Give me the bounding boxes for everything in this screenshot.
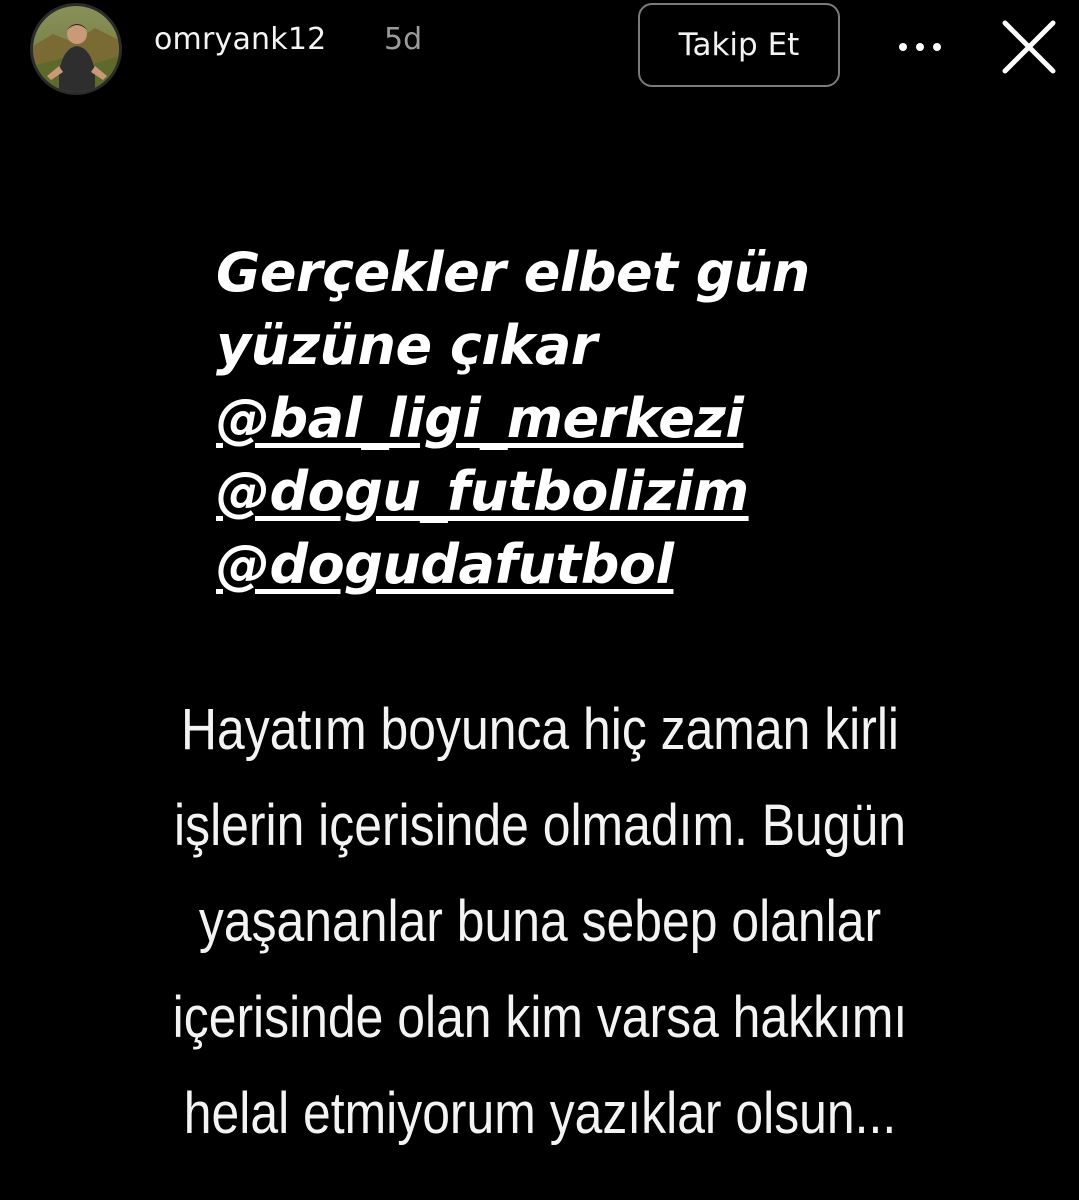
more-options-button[interactable] xyxy=(892,22,948,72)
mention-link[interactable]: @dogu_futbolizim xyxy=(216,455,749,528)
statement-line: işlerin içerisinde olmadım. Bugün xyxy=(174,793,906,858)
post-time: 5d xyxy=(384,22,423,57)
mention-link[interactable]: @bal_ligi_merkezi xyxy=(216,382,744,455)
statement-line: helal etmiyorum yazıklar olsun... xyxy=(183,1081,897,1146)
follow-button[interactable]: Takip Et xyxy=(638,3,840,87)
mention-link[interactable]: @dogudafutbol xyxy=(216,528,674,601)
story-caption: Gerçekler elbet gün yüzüne çıkar @bal_li… xyxy=(216,236,1016,601)
close-icon xyxy=(1002,20,1056,74)
statement-line: Hayatım boyunca hiç zaman kirli xyxy=(180,697,899,762)
close-button[interactable] xyxy=(998,16,1060,78)
story-header: omryank12 5d Takip Et xyxy=(0,0,1079,100)
statement-line: yaşananlar buna sebep olanlar xyxy=(198,889,882,954)
avatar-photo xyxy=(33,6,119,92)
avatar[interactable] xyxy=(33,6,119,92)
statement-text: Hayatım boyunca hiç zaman kirli işlerin … xyxy=(60,682,1020,1162)
username[interactable]: omryank12 xyxy=(154,22,326,57)
more-horizontal-icon xyxy=(899,43,941,51)
statement-line: içerisinde olan kim varsa hakkımı xyxy=(172,985,908,1050)
caption-line: yüzüne çıkar xyxy=(216,314,597,377)
story-view: omryank12 5d Takip Et Gerçekler elbet gü… xyxy=(0,0,1079,1200)
caption-line: Gerçekler elbet gün xyxy=(216,241,810,304)
